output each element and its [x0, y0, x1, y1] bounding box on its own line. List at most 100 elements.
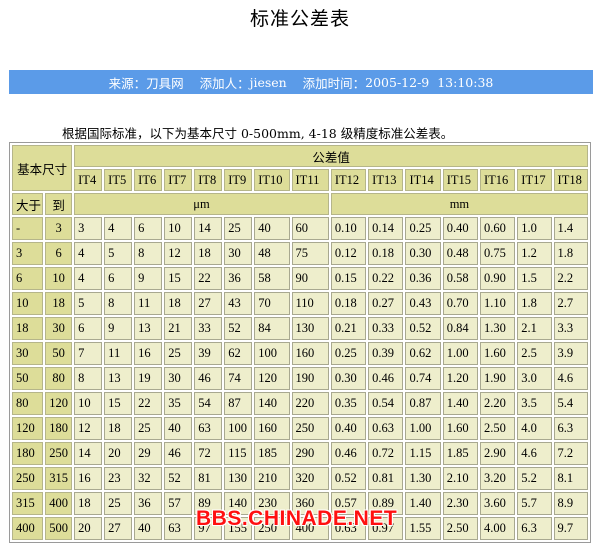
- size-to-cell: 180: [45, 417, 73, 440]
- to-header: 到: [45, 193, 73, 215]
- tolerance-cell: 4: [74, 267, 103, 290]
- tolerance-cell: 2.5: [517, 342, 552, 365]
- tolerance-cell: 52: [164, 467, 193, 490]
- grade-header: IT9: [224, 169, 253, 191]
- tolerance-cell: 1.55: [405, 517, 441, 540]
- tolerance-cell: 14: [74, 442, 103, 465]
- tolerance-cell: 0.12: [330, 242, 367, 265]
- tolerance-cell: 185: [254, 442, 290, 465]
- size-from-cell: 315: [12, 492, 44, 515]
- tolerance-cell: 1.0: [517, 217, 552, 240]
- size-to-cell: 315: [45, 467, 73, 490]
- tolerance-cell: 0.90: [480, 267, 516, 290]
- tolerance-cell: 32: [134, 467, 163, 490]
- added-time-value: 2005-12-9 13:10:38: [365, 74, 494, 90]
- tolerance-cell: 0.18: [330, 292, 367, 315]
- tolerance-cell: 20: [74, 517, 103, 540]
- tolerance-cell: 87: [224, 392, 253, 415]
- size-from-cell: 120: [12, 417, 44, 440]
- size-from-cell: 6: [12, 267, 44, 290]
- tolerance-cell: 52: [224, 317, 253, 340]
- tolerance-cell: 0.52: [330, 467, 367, 490]
- size-to-cell: 6: [45, 242, 73, 265]
- tolerance-cell: 46: [194, 367, 223, 390]
- tolerance-cell: 40: [254, 217, 290, 240]
- tolerance-cell: 100: [254, 342, 290, 365]
- tolerance-cell: 40: [164, 417, 193, 440]
- tolerance-cell: 4.6: [553, 367, 588, 390]
- tolerance-cell: 1.60: [442, 417, 478, 440]
- tolerance-cell: 60: [291, 217, 329, 240]
- tolerance-cell: 57: [164, 492, 193, 515]
- tolerance-cell: 1.8: [553, 242, 588, 265]
- tolerance-cell: 9.7: [553, 517, 588, 540]
- tolerance-cell: 1.4: [553, 217, 588, 240]
- intro-text: 根据国际标准，以下为基本尺寸 0-500mm, 4-18 级精度标准公差表。: [62, 126, 454, 141]
- grade-header: IT14: [405, 169, 441, 191]
- tolerance-cell: 18: [164, 292, 193, 315]
- tolerance-cell: 15: [104, 392, 133, 415]
- tolerance-cell: 15: [164, 267, 193, 290]
- tolerance-cell: 6: [74, 317, 103, 340]
- grade-header: IT18: [553, 169, 588, 191]
- table-row: 120 180 12 18 25 40 63 100 160 250 0.40 0.63 1.00 1.6…: [12, 417, 588, 440]
- table-row: 50 80 8 13 19 30 46 74 120 190 0.30 0.46 0.74 1.20 1.9…: [12, 367, 588, 390]
- tolerance-cell: 16: [74, 467, 103, 490]
- tolerance-cell: 3.9: [553, 342, 588, 365]
- tolerance-cell: 19: [134, 367, 163, 390]
- tolerance-cell: 1.90: [480, 367, 516, 390]
- size-to-cell: 3: [45, 217, 73, 240]
- tolerance-cell: 63: [164, 517, 193, 540]
- tolerance-cell: 0.74: [405, 367, 441, 390]
- tolerance-cell: 0.54: [368, 392, 404, 415]
- tolerance-table: 基本尺寸 公差值 IT4 IT5 IT6 IT7 IT8 IT9 IT10 IT11 IT12 I…: [9, 142, 591, 543]
- tolerance-cell: 33: [194, 317, 223, 340]
- tolerance-cell: 14: [194, 217, 223, 240]
- tolerance-cell: 22: [194, 267, 223, 290]
- tolerance-cell: 0.39: [368, 342, 404, 365]
- tolerance-cell: 2.30: [442, 492, 478, 515]
- source-value: 刀具网: [146, 75, 184, 91]
- tolerance-cell: 27: [104, 517, 133, 540]
- tolerance-cell: 25: [164, 342, 193, 365]
- tolerance-cell: 35: [164, 392, 193, 415]
- tolerance-cell: 6.3: [553, 417, 588, 440]
- tolerance-cell: 210: [254, 467, 290, 490]
- tolerance-cell: 7: [74, 342, 103, 365]
- tolerance-cell: 0.25: [405, 217, 441, 240]
- size-from-cell: 18: [12, 317, 44, 340]
- tolerance-cell: 81: [194, 467, 223, 490]
- tolerance-cell: 0.62: [405, 342, 441, 365]
- tolerance-cell: 3.20: [480, 467, 516, 490]
- tolerance-cell: 4: [74, 242, 103, 265]
- tolerance-cell: 0.81: [368, 467, 404, 490]
- size-to-cell: 10: [45, 267, 73, 290]
- tolerance-cell: 74: [224, 367, 253, 390]
- grade-header: IT10: [254, 169, 290, 191]
- tolerance-cell: 0.52: [405, 317, 441, 340]
- tolerance-cell: 120: [254, 367, 290, 390]
- tolerance-cell: 39: [194, 342, 223, 365]
- tolerance-cell: 290: [291, 442, 329, 465]
- tolerance-cell: 0.35: [330, 392, 367, 415]
- size-from-cell: 180: [12, 442, 44, 465]
- table-row: 10 18 5 8 11 18 27 43 70 110 0.18 0.27 0.43 0.70 1.10 1…: [12, 292, 588, 315]
- tolerance-cell: 0.27: [368, 292, 404, 315]
- tolerance-cell: 0.43: [405, 292, 441, 315]
- tolerance-cell: 0.25: [330, 342, 367, 365]
- grade-header: IT17: [517, 169, 552, 191]
- tolerance-cell: 3.5: [517, 392, 552, 415]
- tolerance-cell: 22: [134, 392, 163, 415]
- added-by-value: jiesen: [249, 74, 287, 90]
- table-row: 250 315 16 23 32 52 81 130 210 320 0.52 0.81 1.30 2.1…: [12, 467, 588, 490]
- tolerance-cell: 0.14: [368, 217, 404, 240]
- tolerance-cell: 27: [194, 292, 223, 315]
- grade-header: IT4: [74, 169, 103, 191]
- size-to-cell: 400: [45, 492, 73, 515]
- tolerance-cell: 0.70: [442, 292, 478, 315]
- tolerance-cell: 8.1: [553, 467, 588, 490]
- tolerance-cell: 190: [291, 367, 329, 390]
- tolerance-cell: 110: [291, 292, 329, 315]
- tolerance-cell: 1.5: [517, 267, 552, 290]
- tolerance-cell: 36: [224, 267, 253, 290]
